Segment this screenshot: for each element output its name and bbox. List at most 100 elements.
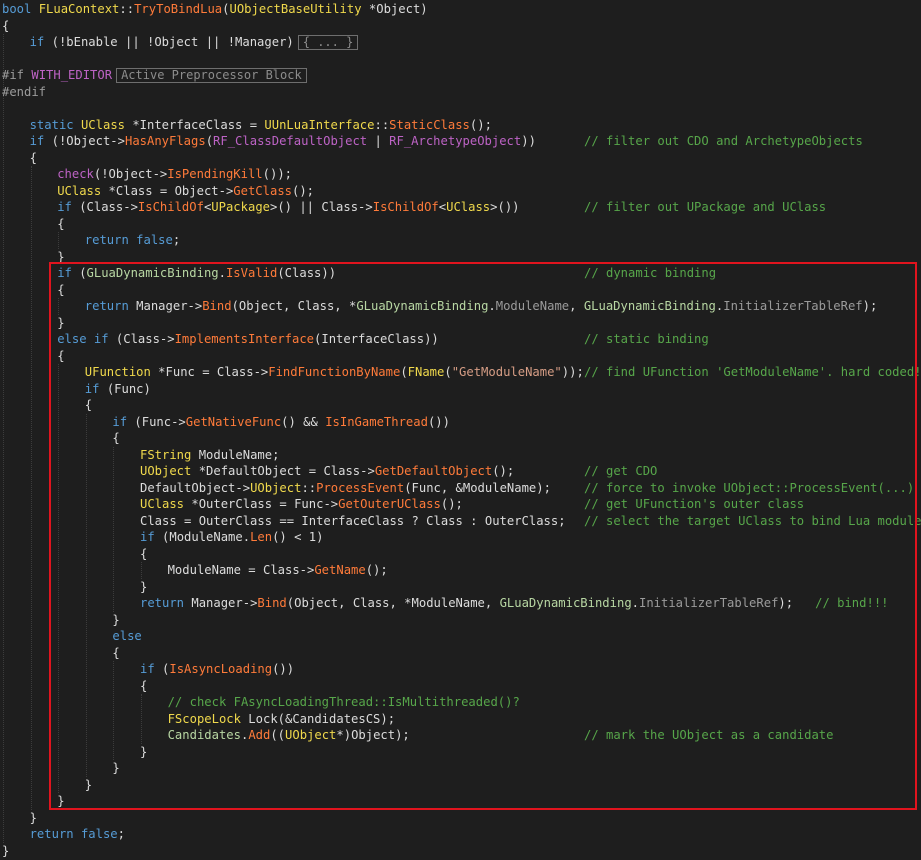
- code-line[interactable]: FScopeLock Lock(&CandidatesCS);: [168, 711, 395, 728]
- code-token: InitializerTableRef: [723, 299, 863, 313]
- code-token: #if: [2, 68, 32, 82]
- indent-guide: [58, 298, 60, 315]
- code-comment: // dynamic binding: [584, 266, 717, 280]
- code-line[interactable]: {: [57, 216, 64, 233]
- code-line[interactable]: check(!Object->IsPendingKill());: [57, 166, 292, 183]
- code-line[interactable]: return Manager->Bind(Object, Class, *Mod…: [140, 595, 889, 612]
- code-line[interactable]: if (Func->GetNativeFunc() && IsInGameThr…: [112, 414, 450, 431]
- code-token: (Class->: [79, 200, 138, 214]
- code-line[interactable]: // check FAsyncLoadingThread::IsMultithr…: [168, 694, 520, 711]
- code-token: if: [140, 662, 163, 676]
- code-token: }: [112, 761, 120, 775]
- code-line[interactable]: {: [112, 430, 119, 447]
- indent-guide: [3, 34, 4, 843]
- code-line[interactable]: return false;: [85, 232, 180, 249]
- code-token: >()): [490, 200, 520, 214]
- code-token: ();: [492, 464, 515, 478]
- code-line[interactable]: FString ModuleName;: [140, 447, 279, 464]
- code-line[interactable]: {: [140, 546, 147, 563]
- code-token: ModuleName: [495, 299, 570, 313]
- code-token: Candidates: [167, 728, 241, 742]
- code-token: if: [112, 414, 135, 429]
- code-line[interactable]: }: [85, 777, 92, 794]
- preprocessor-block-hint: Active Preprocessor Block: [116, 68, 307, 83]
- code-line[interactable]: }: [30, 810, 37, 827]
- code-token: else: [112, 629, 142, 643]
- code-line[interactable]: if (!Object->HasAnyFlags(RF_ClassDefault…: [30, 133, 536, 150]
- code-line[interactable]: UObject *DefaultObject = Class->GetDefau…: [140, 463, 514, 480]
- code-token: IsChildOf: [137, 200, 204, 214]
- code-token: .: [631, 596, 639, 610]
- code-line[interactable]: }: [112, 760, 119, 777]
- code-line[interactable]: {: [85, 397, 92, 414]
- code-token: (: [222, 2, 230, 16]
- code-comment: // find UFunction 'GetModuleName'. hard …: [584, 365, 921, 379]
- code-line[interactable]: }: [57, 315, 64, 332]
- code-line[interactable]: if (!bEnable || !Object || !Manager): [30, 34, 294, 51]
- code-token: (!bEnable || !Object || !Manager): [51, 35, 294, 49]
- collapsed-block-button[interactable]: { ... }: [297, 35, 359, 50]
- code-line[interactable]: UFunction *Func = Class->FindFunctionByN…: [85, 364, 584, 381]
- code-token: if: [29, 35, 52, 49]
- code-line[interactable]: if (ModuleName.Len() < 1): [140, 529, 323, 546]
- code-line[interactable]: }: [140, 579, 147, 596]
- code-line[interactable]: return Manager->Bind(Object, Class, *GLu…: [85, 298, 878, 315]
- code-token: if: [29, 134, 52, 148]
- code-token: );: [778, 596, 794, 610]
- code-token: GLuaDynamicBinding: [499, 596, 632, 610]
- code-token: IsPendingKill: [167, 167, 263, 181]
- code-line[interactable]: {: [57, 348, 64, 365]
- code-token: UObjectBaseUtility: [229, 2, 362, 16]
- code-line[interactable]: {: [57, 282, 64, 299]
- code-line[interactable]: }: [140, 744, 147, 761]
- code-editor[interactable]: bool FLuaContext::TryToBindLua(UObjectBa…: [0, 0, 921, 860]
- code-token: FindFunctionByName: [268, 365, 401, 379]
- code-line[interactable]: if (IsAsyncLoading()): [140, 661, 294, 678]
- code-line[interactable]: }: [112, 612, 119, 629]
- code-token: UFunction: [84, 365, 151, 379]
- code-token: {: [140, 546, 148, 561]
- code-line[interactable]: DefaultObject->UObject::ProcessEvent(Fun…: [140, 480, 551, 497]
- code-token: (Func, &ModuleName);: [404, 480, 551, 495]
- code-token: ();: [292, 183, 315, 198]
- code-line[interactable]: Candidates.Add((UObject*)Object);: [168, 727, 410, 744]
- code-token: if: [57, 200, 80, 214]
- code-line[interactable]: {: [2, 18, 9, 35]
- code-line[interactable]: if (Func): [85, 381, 151, 398]
- code-token: {: [84, 398, 93, 412]
- code-line[interactable]: if (Class->IsChildOf<UPackage>() || Clas…: [57, 199, 519, 216]
- code-line[interactable]: bool FLuaContext::TryToBindLua(UObjectBa…: [2, 1, 428, 18]
- code-token: RF_ClassDefaultObject: [213, 134, 368, 148]
- indent-guide: [141, 562, 142, 579]
- code-line[interactable]: }: [57, 793, 64, 810]
- code-line[interactable]: #if WITH_EDITOR: [2, 67, 112, 84]
- code-line[interactable]: #endif: [2, 84, 46, 101]
- code-token: UClass: [140, 497, 185, 511]
- code-token: (!Object->: [93, 167, 168, 181]
- code-line[interactable]: }: [2, 843, 9, 860]
- code-token: bool: [2, 2, 39, 16]
- code-token: (Object, Class, *: [231, 299, 357, 313]
- code-token: UObject: [140, 464, 192, 478]
- code-line[interactable]: else: [112, 628, 141, 645]
- code-line[interactable]: ModuleName = Class->GetName();: [168, 562, 388, 579]
- code-line[interactable]: UClass *Class = Object->GetClass();: [57, 183, 314, 200]
- code-line[interactable]: Class = OuterClass == InterfaceClass ? C…: [140, 513, 566, 530]
- code-line[interactable]: if (GLuaDynamicBinding.IsValid(Class)): [57, 265, 336, 282]
- code-token: UPackage: [211, 200, 270, 214]
- code-line[interactable]: static UClass *InterfaceClass = UUnLuaIn…: [30, 117, 492, 134]
- code-token: {: [29, 150, 37, 165]
- code-line[interactable]: else if (Class->ImplementsInterface(Inte…: [57, 331, 439, 348]
- code-line[interactable]: UClass *OuterClass = Func->GetOuterUClas…: [140, 496, 463, 513]
- code-token: GetNativeFunc: [185, 414, 282, 429]
- code-line[interactable]: {: [140, 678, 147, 695]
- code-token: ::: [119, 2, 135, 16]
- code-token: *)Object);: [336, 728, 410, 742]
- code-line[interactable]: {: [112, 645, 119, 662]
- code-token: (Func->: [134, 414, 186, 429]
- code-token: check: [57, 167, 94, 181]
- code-line[interactable]: }: [57, 249, 64, 266]
- code-token: static: [29, 117, 81, 132]
- code-line[interactable]: return false;: [30, 826, 125, 843]
- code-line[interactable]: {: [30, 150, 37, 167]
